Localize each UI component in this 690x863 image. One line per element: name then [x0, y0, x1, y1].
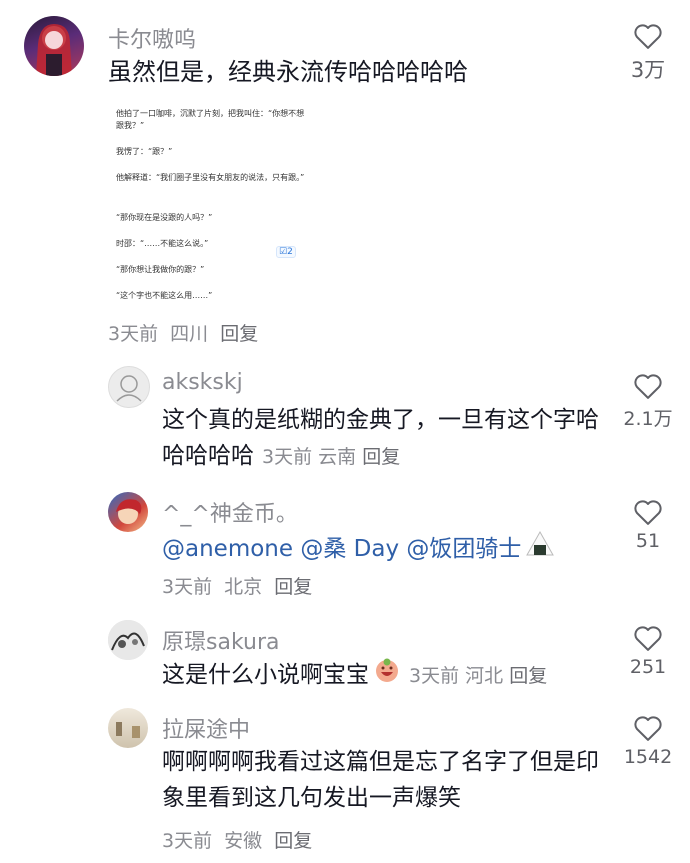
username[interactable]: akskskj	[162, 370, 243, 395]
username[interactable]: 卡尔嗷呜	[108, 22, 196, 54]
comment-meta: 3天前 河北 回复	[409, 665, 547, 687]
mention-link[interactable]: @anemone	[162, 536, 293, 562]
like-count: 51	[635, 530, 661, 552]
mention-link[interactable]: @桑 Day	[300, 536, 399, 562]
laughing-emoji-icon	[373, 656, 401, 695]
rice-ball-emoji-icon	[525, 530, 555, 569]
heart-icon	[634, 374, 662, 399]
like-count: 2.1万	[623, 408, 673, 430]
heart-icon	[634, 24, 662, 49]
reply-button[interactable]: 回复	[274, 830, 312, 852]
excerpt-line: 他拍了一口咖啡，沉默了片刻，把我叫住：“你想不想跟我？”	[116, 109, 305, 130]
comment-meta: 3天前 四川 回复	[108, 319, 264, 346]
username[interactable]: 拉屎途中	[162, 712, 250, 744]
reply-button[interactable]: 回复	[362, 446, 400, 468]
mention-link[interactable]: @饭团骑士	[406, 536, 521, 562]
comment-time: 3天前	[162, 576, 213, 598]
manga-avatar-icon	[108, 620, 148, 660]
avatar[interactable]	[108, 708, 148, 748]
anime-avatar-icon	[116, 499, 142, 524]
comment-text: 虽然但是，经典永流传哈哈哈哈哈	[108, 58, 468, 86]
comment-time: 3天前	[409, 665, 460, 687]
comment-text: 这个真的是纸糊的金典了，一旦有这个字哈哈哈哈哈 3天前 云南 回复	[162, 407, 599, 469]
heart-icon	[634, 500, 662, 525]
comment-image[interactable]: 他拍了一口咖啡，沉默了片刻，把我叫住：“你想不想跟我？” 我愣了：“跟？” 他解…	[112, 100, 312, 308]
excerpt-line: 他解释道：“我们圈子里没有女朋友的说法，只有跟。”	[116, 173, 305, 182]
username[interactable]: ^_^神金币。	[162, 496, 298, 528]
like-button[interactable]: 51	[616, 498, 680, 552]
reply-button[interactable]: 回复	[220, 323, 258, 345]
comment-meta: 3天前 安徽 回复	[162, 826, 318, 853]
like-button[interactable]: 3万	[616, 22, 680, 84]
like-count: 1542	[623, 746, 673, 768]
like-count: 251	[629, 656, 667, 678]
avatar[interactable]	[108, 492, 148, 532]
like-button[interactable]: 2.1万	[616, 372, 680, 431]
check-icon: ☑	[279, 247, 288, 257]
reply-button[interactable]: 回复	[509, 665, 547, 687]
sketch-avatar-icon	[116, 375, 142, 402]
avatar[interactable]	[108, 366, 150, 408]
heart-icon	[634, 626, 662, 651]
avatar[interactable]	[108, 620, 148, 660]
like-count: 3万	[630, 58, 666, 82]
reply-button[interactable]: 回复	[274, 576, 312, 598]
comment-location: 四川	[170, 323, 209, 345]
avatar[interactable]	[24, 16, 84, 76]
image-badge: ☑2	[276, 246, 296, 258]
heart-icon	[634, 716, 662, 741]
excerpt-line: “那你现在是没跟的人吗？”	[116, 213, 213, 222]
comment-location: 北京	[224, 576, 263, 598]
like-button[interactable]: 251	[616, 624, 680, 678]
comment-text: @anemone @桑 Day @饭团骑士	[162, 530, 602, 569]
comment-meta: 3天前 云南 回复	[262, 446, 400, 468]
excerpt-line: “这个字也不能这么用……”	[116, 291, 213, 300]
excerpt-line: 我愣了：“跟？”	[116, 147, 173, 156]
comment-location: 安徽	[224, 830, 263, 852]
comment-location: 河北	[465, 665, 504, 687]
comment-time: 3天前	[108, 323, 159, 345]
comment-meta: 3天前 北京 回复	[162, 572, 318, 599]
comment-time: 3天前	[162, 830, 213, 852]
room-photo-avatar-icon	[116, 722, 140, 738]
comment-time: 3天前	[262, 446, 313, 468]
comment-location: 云南	[318, 446, 357, 468]
username[interactable]: 原璟sakura	[162, 624, 279, 656]
comment-text: 啊啊啊啊我看过这篇但是忘了名字了但是印象里看到这几句发出一声爆笑	[162, 749, 599, 811]
excerpt-line: “那你想让我做你的跟？”	[116, 265, 205, 274]
comment-text: 这是什么小说啊宝宝 3天前 河北 回复	[162, 656, 602, 695]
like-button[interactable]: 1542	[616, 714, 680, 768]
girl-portrait-avatar-icon	[36, 24, 72, 76]
